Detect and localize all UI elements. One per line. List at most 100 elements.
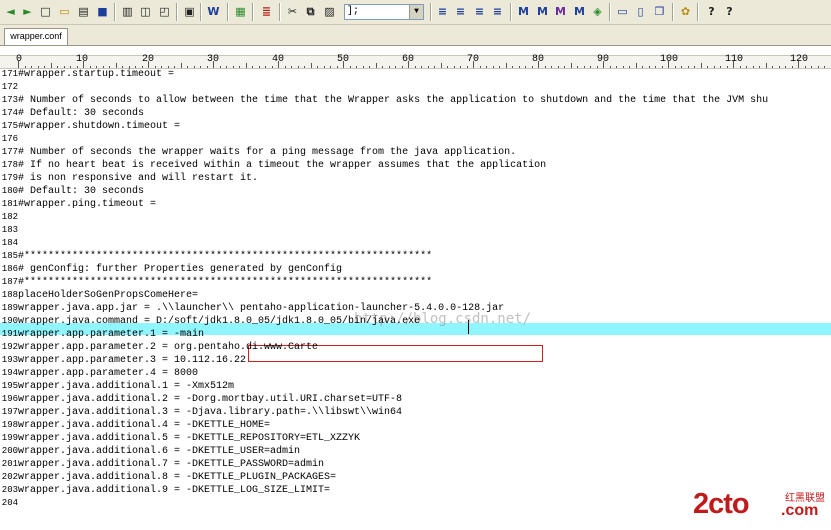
justify-icon[interactable]: ≡ xyxy=(490,4,505,19)
toolbar-separator xyxy=(510,3,512,21)
print-icon[interactable]: ▥ xyxy=(120,4,135,19)
code-line[interactable]: wrapper.java.additional.9 = -DKETTLE_LOG… xyxy=(18,484,330,497)
copy-icon[interactable]: ⧉ xyxy=(303,4,318,19)
tab-wrapper-conf[interactable]: wrapper.conf xyxy=(4,28,68,45)
ruler-tick xyxy=(688,66,689,68)
code-line[interactable]: wrapper.app.parameter.2 = org.pentaho.di… xyxy=(18,341,318,354)
text-editor[interactable]: 0102030405060708090100110120 http://blog… xyxy=(0,45,831,530)
code-line[interactable]: # Number of seconds to allow between the… xyxy=(18,94,768,107)
find-in-file-icon[interactable]: ◰ xyxy=(157,4,172,19)
print-preview-icon[interactable]: ◫ xyxy=(138,4,153,19)
code-line[interactable]: wrapper.java.additional.2 = -Dorg.mortba… xyxy=(18,393,402,406)
goto-icon[interactable]: ◈ xyxy=(590,4,605,19)
ruler-tick xyxy=(506,63,507,68)
find-in-files-icon[interactable]: M xyxy=(572,4,587,19)
column-mode-icon[interactable]: ▦ xyxy=(233,4,248,19)
word-wrap-icon[interactable]: W xyxy=(206,4,221,19)
ruler-tick xyxy=(824,66,825,68)
macro-icon[interactable]: ✿ xyxy=(678,4,693,19)
ruler-tick xyxy=(649,66,650,68)
align-left-icon[interactable]: ≡ xyxy=(435,4,450,19)
font-select[interactable]: ]; ▼ xyxy=(344,4,424,20)
code-line[interactable]: # Default: 30 seconds xyxy=(18,107,144,120)
code-line[interactable]: #wrapper.startup.timeout = xyxy=(18,68,174,81)
find-icon[interactable]: M xyxy=(516,4,531,19)
split-vertical-icon[interactable]: ▯ xyxy=(633,4,648,19)
paste-icon[interactable]: ▨ xyxy=(322,4,337,19)
window-cascade-icon[interactable]: ❐ xyxy=(652,4,667,19)
save-icon[interactable]: ■ xyxy=(95,4,110,19)
format-icon[interactable]: ≣ xyxy=(259,4,274,19)
line-number: 191 xyxy=(0,328,18,341)
code-line[interactable]: # Number of seconds the wrapper waits fo… xyxy=(18,146,516,159)
code-line[interactable]: # is non responsive and will restart it. xyxy=(18,172,258,185)
line-number: 176 xyxy=(0,133,18,146)
chevron-down-icon[interactable]: ▼ xyxy=(409,5,423,19)
code-line[interactable]: #wrapper.ping.timeout = xyxy=(18,198,156,211)
ruler-tick xyxy=(317,66,318,68)
align-right-icon[interactable]: ≡ xyxy=(472,4,487,19)
code-line[interactable]: wrapper.java.additional.1 = -Xmx512m xyxy=(18,380,234,393)
ruler-label: 110 xyxy=(725,55,743,65)
code-line[interactable]: wrapper.java.additional.3 = -Djava.libra… xyxy=(18,406,402,419)
code-line[interactable]: #***************************************… xyxy=(18,276,432,289)
code-line[interactable]: wrapper.java.additional.6 = -DKETTLE_USE… xyxy=(18,445,300,458)
ruler-tick xyxy=(233,66,234,68)
code-line[interactable]: wrapper.app.parameter.3 = 10.112.16.22 xyxy=(18,354,246,367)
code-line[interactable]: wrapper.java.app.jar = .\\launcher\\ pen… xyxy=(18,302,504,315)
code-line[interactable]: wrapper.java.command = D:/soft/jdk1.8.0_… xyxy=(18,315,420,328)
ruler-tick xyxy=(272,66,273,68)
code-line[interactable]: # genConfig: further Properties generate… xyxy=(18,263,342,276)
align-center-icon[interactable]: ≡ xyxy=(453,4,468,19)
back-arrow-icon[interactable]: ◄ xyxy=(3,4,18,19)
open-folder-icon[interactable]: ▭ xyxy=(57,4,72,19)
line-number: 172 xyxy=(0,81,18,94)
replace-icon[interactable]: M xyxy=(553,4,568,19)
code-line[interactable]: wrapper.java.additional.8 = -DKETTLE_PLU… xyxy=(18,471,336,484)
ruler-tick xyxy=(616,66,617,68)
code-line[interactable]: wrapper.java.additional.4 = -DKETTLE_HOM… xyxy=(18,419,270,432)
ruler-label: 120 xyxy=(790,55,808,65)
ruler-tick xyxy=(376,63,377,68)
code-line[interactable]: wrapper.app.parameter.4 = 8000 xyxy=(18,367,198,380)
open-file-icon[interactable]: ▤ xyxy=(76,4,91,19)
code-line[interactable]: # If no heart beat is received within a … xyxy=(18,159,546,172)
forward-arrow-icon[interactable]: ► xyxy=(20,4,35,19)
cut-icon[interactable]: ✂ xyxy=(285,4,300,19)
code-line[interactable]: wrapper.java.additional.7 = -DKETTLE_PAS… xyxy=(18,458,324,471)
code-line[interactable]: # Default: 30 seconds xyxy=(18,185,144,198)
code-line[interactable]: wrapper.app.parameter.1 = -main xyxy=(18,328,204,341)
line-number: 181 xyxy=(0,198,18,211)
split-horizontal-icon[interactable]: ▭ xyxy=(615,4,630,19)
ruler-tick xyxy=(740,66,741,68)
help-icon[interactable]: ? xyxy=(704,4,719,19)
ruler-tick xyxy=(662,66,663,68)
new-file-icon[interactable]: □ xyxy=(38,4,53,19)
code-line[interactable]: placeHolderSoGenPropsComeHere= xyxy=(18,289,198,302)
ruler-tick xyxy=(597,66,598,68)
find-next-icon[interactable]: M xyxy=(535,4,550,19)
ruler-tick xyxy=(324,66,325,68)
document-properties-icon[interactable]: ▣ xyxy=(182,4,197,19)
context-help-icon[interactable]: ? xyxy=(722,4,737,19)
ruler-tick xyxy=(389,66,390,68)
ruler-tick xyxy=(239,66,240,68)
ruler-tick xyxy=(571,63,572,68)
code-line[interactable]: #***************************************… xyxy=(18,250,432,263)
toolbar-separator xyxy=(252,3,254,21)
ruler-tick xyxy=(785,66,786,68)
code-line[interactable]: #wrapper.shutdown.timeout = xyxy=(18,120,180,133)
font-select-value: ]; xyxy=(347,6,359,17)
ruler-tick xyxy=(623,66,624,68)
line-number: 193 xyxy=(0,354,18,367)
ruler-tick xyxy=(753,66,754,68)
line-number: 183 xyxy=(0,224,18,237)
ruler-tick xyxy=(766,63,767,68)
ruler-tick xyxy=(194,66,195,68)
ruler-tick xyxy=(551,66,552,68)
ruler-tick xyxy=(265,66,266,68)
logo-domain-text: .com xyxy=(781,502,818,520)
code-line[interactable]: wrapper.java.additional.5 = -DKETTLE_REP… xyxy=(18,432,360,445)
line-number: 182 xyxy=(0,211,18,224)
ruler-tick xyxy=(512,66,513,68)
